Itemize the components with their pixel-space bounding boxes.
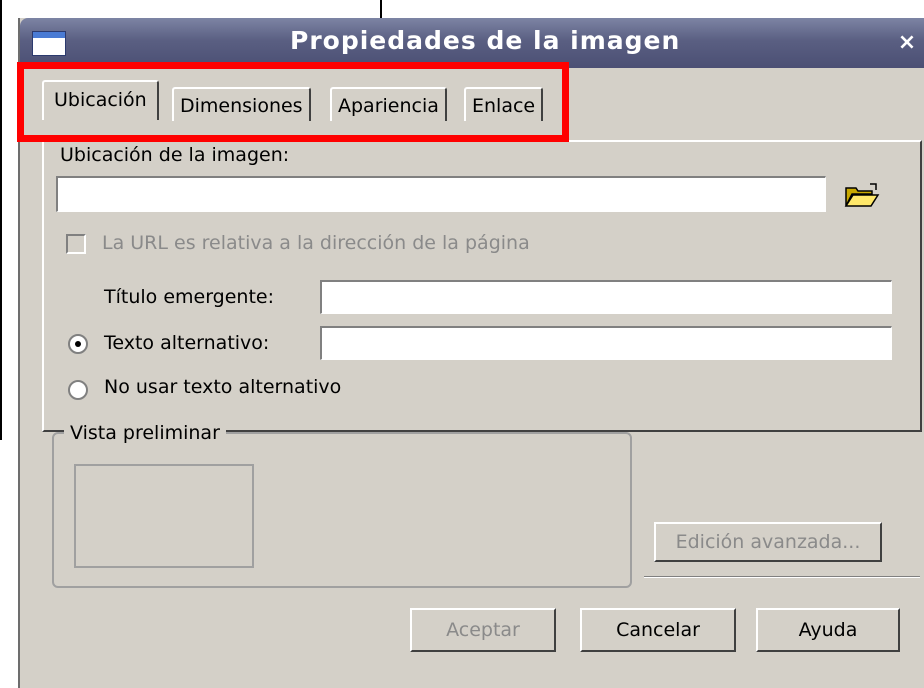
close-icon[interactable]: × xyxy=(892,28,922,58)
tab-enlace[interactable]: Enlace xyxy=(464,87,544,121)
alt-text-input[interactable] xyxy=(320,326,892,360)
tab-dimensiones[interactable]: Dimensiones xyxy=(172,87,311,121)
accept-button[interactable]: Aceptar xyxy=(410,608,556,652)
image-properties-dialog: Propiedades de la imagen × Ubicación Dim… xyxy=(18,18,924,688)
background-line xyxy=(380,0,382,18)
preview-legend: Vista preliminar xyxy=(64,422,226,444)
background-line xyxy=(0,0,2,440)
alt-text-radio[interactable] xyxy=(68,334,88,354)
help-button[interactable]: Ayuda xyxy=(756,608,900,652)
window-icon[interactable] xyxy=(32,31,66,56)
tooltip-input[interactable] xyxy=(320,280,892,314)
no-alt-text-radio[interactable] xyxy=(68,380,88,400)
tab-ubicacion[interactable]: Ubicación xyxy=(42,80,159,120)
separator xyxy=(644,576,920,578)
radio-selected-dot xyxy=(75,341,81,347)
open-folder-icon[interactable] xyxy=(844,182,880,210)
advanced-edit-button[interactable]: Edición avanzada... xyxy=(654,522,882,562)
image-preview xyxy=(74,464,254,568)
relative-url-checkbox[interactable] xyxy=(66,234,86,254)
cancel-button[interactable]: Cancelar xyxy=(580,608,736,652)
no-alt-text-label: No usar texto alternativo xyxy=(104,376,342,398)
tooltip-label: Título emergente: xyxy=(104,286,275,308)
title-bar[interactable]: Propiedades de la imagen × xyxy=(20,18,924,68)
relative-url-label: La URL es relativa a la dirección de la … xyxy=(102,232,530,254)
dialog-title: Propiedades de la imagen xyxy=(290,26,681,55)
image-location-label: Ubicación de la imagen: xyxy=(60,144,290,166)
image-location-input[interactable] xyxy=(56,176,826,212)
tab-apariencia[interactable]: Apariencia xyxy=(330,87,447,121)
alt-text-label: Texto alternativo: xyxy=(104,332,270,354)
